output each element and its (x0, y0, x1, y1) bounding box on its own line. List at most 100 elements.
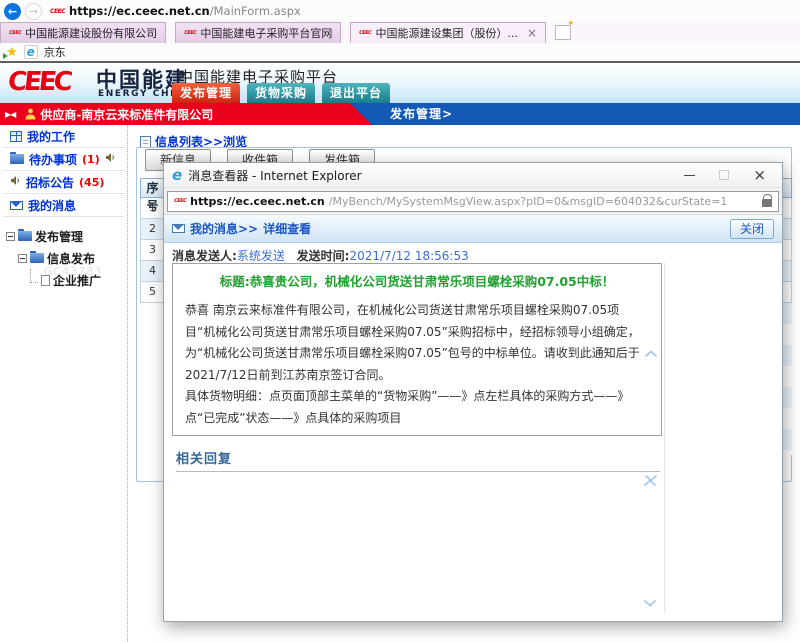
tab-bar: CEEC 中国能源建设股份有限公司 CEEC 中国能建电子采购平台官网 CEEC… (0, 22, 800, 43)
seq-column-header: 序号 (141, 179, 165, 197)
ie-favicon (24, 45, 38, 59)
main-nav: 发布管理 货物采购 退出平台 (172, 83, 390, 103)
scroll-down-icon[interactable] (644, 599, 656, 607)
breadcrumb-bar: 供应商-南京云来标准件有限公司 发布管理> (0, 103, 800, 125)
favorite-jd-link[interactable]: 京东 (44, 44, 66, 60)
sidebar-item-my-work[interactable]: 我的工作 (3, 125, 124, 148)
tab-favicon: CEEC (359, 30, 372, 36)
supplier-ribbon: 供应商-南京云来标准件有限公司 (0, 103, 372, 125)
dialog-title: 消息查看器 - Internet Explorer (188, 167, 361, 184)
tab-favicon: CEEC (9, 30, 22, 36)
scroll-up-icon[interactable] (644, 479, 656, 487)
time-label: 发送时间: (297, 249, 350, 263)
row-seq: 1 (141, 198, 165, 218)
nav-tab-exit[interactable]: 退出平台 (322, 83, 390, 103)
breadcrumb: 发布管理> (390, 103, 453, 125)
message-body: 恭喜 南京云来标准件有限公司，在机械化公司货送甘肃常乐项目螺栓采购07.05项目… (173, 290, 661, 430)
dialog-url-host: https://ec.ceec.net.cn (190, 195, 325, 208)
dialog-url-row: CEEC https://ec.ceec.net.cn/MyBench/MySy… (164, 188, 782, 215)
person-icon (25, 108, 36, 120)
collapse-icon[interactable] (18, 254, 27, 263)
marquee-control-icon[interactable] (5, 110, 15, 119)
tab-procurement-portal[interactable]: CEEC 中国能建电子采购平台官网 (175, 22, 341, 43)
message-paragraph: 恭喜 南京云来标准件有限公司，在机械化公司货送甘肃常乐项目螺栓采购07.05项目… (185, 300, 649, 386)
message-content-box: 标题:恭喜贵公司，机械化公司货送甘肃常乐项目螺栓采购07.05中标！ 恭喜 南京… (172, 263, 662, 436)
window-controls (684, 168, 774, 183)
table-row-stripes (783, 303, 792, 455)
message-section-header: 我的消息>> 详细查看 关闭 (164, 215, 782, 243)
speaker-icon (105, 152, 116, 166)
tree-node-label: 发布管理 (35, 228, 83, 245)
envelope-icon (10, 201, 23, 210)
tree-node-publish[interactable]: 发布管理 (0, 225, 127, 247)
collapse-icon[interactable] (6, 232, 15, 241)
folder-icon (18, 231, 32, 241)
speaker-icon (10, 175, 21, 189)
sidebar-tree: 发布管理 信息发布 企业推广 (0, 217, 127, 291)
envelope-icon (172, 224, 185, 233)
tab-label: 中国能建电子采购平台官网 (200, 25, 332, 41)
tree-connector (30, 269, 38, 283)
tab-favicon: CEEC (184, 30, 197, 36)
message-viewer-dialog: 消息查看器 - Internet Explorer CEEC https://e… (163, 162, 783, 622)
scroll-up-icon[interactable] (645, 350, 657, 358)
sidebar: 我的工作 待办事项 (1) 招标公告 (45) 我的消息 发布管理 (0, 125, 128, 642)
content-column-divider (664, 263, 665, 613)
sidebar-item-label: 我的工作 (27, 128, 75, 145)
sender-label: 消息发送人: (172, 249, 237, 263)
folder-icon (30, 253, 44, 263)
notice-count-badge: (45) (79, 176, 104, 189)
ie-icon (172, 168, 182, 183)
detail-view-label: 详细查看 (263, 220, 311, 237)
sidebar-item-label: 待办事项 (29, 151, 77, 168)
dialog-url-field[interactable]: CEEC https://ec.ceec.net.cn/MyBench/MySy… (167, 191, 779, 212)
tab-close-icon[interactable] (527, 26, 537, 40)
replies-divider (176, 471, 660, 472)
favorites-bar: 京东 (0, 43, 800, 63)
supplier-name: 供应商-南京云来标准件有限公司 (40, 106, 213, 123)
tab-ceec-corp[interactable]: CEEC 中国能源建设股份有限公司 (0, 22, 166, 43)
sender-value: 系统发送 (237, 249, 285, 263)
sidebar-item-my-messages[interactable]: 我的消息 (3, 194, 124, 217)
minimize-icon[interactable] (684, 175, 695, 176)
related-replies-label: 相关回复 (176, 448, 232, 467)
row-seq: 2 (141, 219, 165, 239)
message-title: 标题:恭喜贵公司，机械化公司货送甘肃常乐项目螺栓采购07.05中标！ (173, 271, 661, 290)
list-icon (140, 136, 151, 148)
maximize-icon[interactable] (719, 170, 729, 180)
nav-tab-goods[interactable]: 货物采购 (247, 83, 315, 103)
address-bar: CEEC https://ec.ceec.net.cn/MainForm.asp… (0, 0, 800, 22)
work-icon (10, 131, 22, 142)
tab-label: 中国能源建设股份有限公司 (25, 25, 157, 41)
favorites-star-icon[interactable] (6, 46, 18, 59)
folder-icon (10, 154, 24, 164)
message-paragraph: 具体货物明细：点页面顶部主菜单的“货物采购”——》点左栏具体的采购方式——》点“… (185, 386, 649, 429)
sidebar-item-label: 招标公告 (26, 174, 74, 191)
row-seq: 3 (141, 240, 165, 260)
close-button[interactable]: 关闭 (730, 219, 774, 239)
new-tab-button[interactable] (555, 25, 571, 40)
forward-button[interactable] (25, 3, 42, 20)
tab-ceec-group-active[interactable]: CEEC 中国能源建设集团（股份）... (350, 22, 546, 43)
row-seq: 4 (141, 261, 165, 281)
dialog-url-path: /MyBench/MySystemMsgView.aspx?pID=0&msgI… (329, 195, 758, 208)
todo-count-badge: (1) (82, 153, 100, 166)
dialog-favicon: CEEC (174, 198, 187, 204)
back-button[interactable] (4, 3, 21, 20)
ceec-logo: CEEC (6, 67, 71, 97)
sidebar-item-tender-notice[interactable]: 招标公告 (45) (3, 171, 124, 194)
close-window-icon[interactable] (753, 168, 766, 183)
dialog-titlebar[interactable]: 消息查看器 - Internet Explorer (164, 163, 782, 188)
site-header: CEEC 中国能建 ENERGY CHINA 中国能建电子采购平台 发布管理 货… (0, 63, 800, 103)
lock-icon (762, 199, 772, 207)
address-path[interactable]: /MainForm.aspx (210, 4, 301, 18)
nav-tab-publish[interactable]: 发布管理 (172, 83, 240, 103)
sidebar-item-todo[interactable]: 待办事项 (1) (3, 148, 124, 171)
address-host[interactable]: https://ec.ceec.net.cn (69, 4, 210, 18)
section-label: 我的消息>> (190, 220, 258, 237)
tree-node-label: 信息发布 (47, 250, 95, 267)
site-favicon: CEEC (50, 8, 66, 15)
browser-window: CEEC https://ec.ceec.net.cn/MainForm.asp… (0, 0, 800, 642)
tab-label: 中国能源建设集团（股份）... (376, 25, 519, 41)
sidebar-item-label: 我的消息 (28, 197, 76, 214)
